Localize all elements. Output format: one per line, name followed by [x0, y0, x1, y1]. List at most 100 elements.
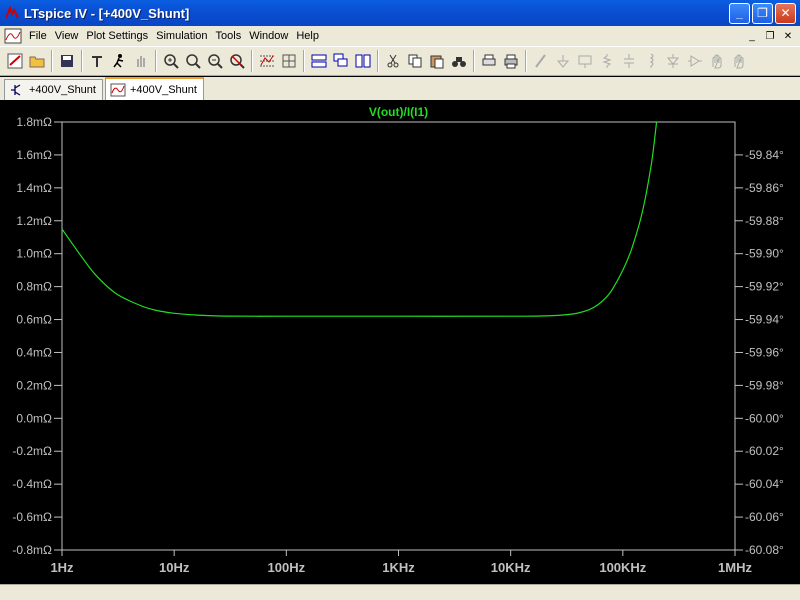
y-tick-label: -0.6mΩ [12, 510, 52, 524]
run-sim-icon[interactable] [108, 50, 130, 72]
y-tick-label: 0.2mΩ [16, 378, 52, 392]
control-panel-icon[interactable] [86, 50, 108, 72]
print-preview-icon[interactable] [478, 50, 500, 72]
y2-tick-label: -60.08° [745, 543, 784, 557]
toolbar-separator [303, 50, 305, 72]
y2-tick-label: -59.98° [745, 378, 784, 392]
y-tick-label: 0.6mΩ [16, 313, 52, 327]
schematic-icon [9, 83, 25, 97]
maximize-button[interactable]: ❐ [752, 2, 773, 24]
toolbar-separator [377, 50, 379, 72]
menu-view[interactable]: View [51, 30, 83, 42]
close-button[interactable]: ✕ [775, 2, 796, 24]
y2-tick-label: -59.96° [745, 345, 784, 359]
tab-label: +400V_Shunt [29, 84, 96, 96]
grid-icon[interactable] [278, 50, 300, 72]
toolbar-separator [51, 50, 53, 72]
tab-schematic[interactable]: +400V_Shunt [4, 79, 103, 100]
diode-icon[interactable] [662, 50, 684, 72]
halt-icon[interactable] [130, 50, 152, 72]
waveform-plot[interactable]: V(out)/I(I1) 1.8mΩ 1.6mΩ 1.4mΩ 1.2mΩ 1.0mΩ 0.… [0, 100, 800, 584]
print-icon[interactable] [500, 50, 522, 72]
mdi-controls: _ ❐ ✕ [742, 29, 796, 43]
tab-waveform[interactable]: +400V_Shunt [104, 77, 204, 100]
zoom-out-icon[interactable] [204, 50, 226, 72]
y2-tick-label: -59.84° [745, 148, 784, 162]
title-bar: LTspice IV - [+400V_Shunt] _ ❐ ✕ [0, 0, 800, 26]
y-tick-label: -0.2mΩ [12, 444, 52, 458]
menu-tools[interactable]: Tools [212, 30, 246, 42]
window-title: LTspice IV - [+400V_Shunt] [24, 5, 190, 21]
inductor-icon[interactable] [640, 50, 662, 72]
ltspice-logo-icon [4, 5, 20, 21]
waveform-icon [110, 83, 126, 97]
x-tick-label: 100KHz [599, 560, 646, 575]
ground-icon[interactable] [552, 50, 574, 72]
y2-tick-label: -60.00° [745, 411, 784, 425]
x-axis: 1Hz 10Hz 100Hz 1KHz 10KHz 100KHz 1MHz [50, 550, 752, 575]
capacitor-icon[interactable] [618, 50, 640, 72]
find-icon[interactable] [448, 50, 470, 72]
mdi-minimize-button[interactable]: _ [744, 29, 760, 43]
cascade-icon[interactable] [330, 50, 352, 72]
move-icon[interactable] [706, 50, 728, 72]
wire-icon[interactable] [530, 50, 552, 72]
waveform-plot-pane[interactable]: V(out)/I(I1) 1.8mΩ 1.6mΩ 1.4mΩ 1.2mΩ 1.0mΩ 0.… [0, 100, 800, 584]
copy-icon[interactable] [404, 50, 426, 72]
x-tick-label: 100Hz [268, 560, 306, 575]
y-tick-label: 1.8mΩ [16, 115, 52, 129]
open-icon[interactable] [26, 50, 48, 72]
status-bar [0, 584, 800, 600]
y-tick-label: 1.4mΩ [16, 181, 52, 195]
zoom-fit-icon[interactable] [226, 50, 248, 72]
waveform-document-icon[interactable] [4, 28, 22, 44]
y2-tick-label: -59.88° [745, 214, 784, 228]
x-tick-label: 1KHz [382, 560, 415, 575]
toolbar-separator [251, 50, 253, 72]
menu-simulation[interactable]: Simulation [152, 30, 211, 42]
minimize-button[interactable]: _ [729, 2, 750, 24]
document-tabs: +400V_Shunt +400V_Shunt [0, 77, 800, 100]
trace-line[interactable] [61, 121, 658, 317]
menu-window[interactable]: Window [245, 30, 292, 42]
tile-vertical-icon[interactable] [352, 50, 374, 72]
menu-plot-settings[interactable]: Plot Settings [82, 30, 152, 42]
y-tick-label: -0.4mΩ [12, 477, 52, 491]
paste-icon[interactable] [426, 50, 448, 72]
zoom-in-icon[interactable] [160, 50, 182, 72]
menu-bar: File View Plot Settings Simulation Tools… [0, 26, 800, 46]
drag-icon[interactable] [728, 50, 750, 72]
tile-horizontal-icon[interactable] [308, 50, 330, 72]
x-tick-label: 10KHz [491, 560, 531, 575]
trace-label[interactable]: V(out)/I(I1) [369, 105, 428, 119]
x-tick-label: 1MHz [718, 560, 752, 575]
y-tick-label: 0.8mΩ [16, 280, 52, 294]
toolbar-separator [525, 50, 527, 72]
component-icon[interactable] [684, 50, 706, 72]
zoom-box-icon[interactable] [182, 50, 204, 72]
x-tick-label: 1Hz [50, 560, 74, 575]
autorange-icon[interactable] [256, 50, 278, 72]
menu-file[interactable]: File [25, 30, 51, 42]
run-icon[interactable] [4, 50, 26, 72]
resistor-icon[interactable] [596, 50, 618, 72]
toolbar [0, 46, 800, 76]
save-icon[interactable] [56, 50, 78, 72]
y2-tick-label: -59.92° [745, 280, 784, 294]
y-tick-label: 0.4mΩ [16, 345, 52, 359]
plot-frame [61, 121, 736, 551]
y-tick-label: -0.8mΩ [12, 543, 52, 557]
menu-help[interactable]: Help [292, 30, 323, 42]
mdi-close-button[interactable]: ✕ [780, 29, 796, 43]
y-tick-label: 0.0mΩ [16, 411, 52, 425]
y-axis-left: 1.8mΩ 1.6mΩ 1.4mΩ 1.2mΩ 1.0mΩ 0.8mΩ 0.6mΩ 0.4mΩ… [12, 115, 62, 557]
cut-icon[interactable] [382, 50, 404, 72]
y-tick-label: 1.6mΩ [16, 148, 52, 162]
x-tick-label: 10Hz [159, 560, 190, 575]
label-icon[interactable] [574, 50, 596, 72]
toolbar-separator [473, 50, 475, 72]
y2-tick-label: -60.06° [745, 510, 784, 524]
mdi-restore-button[interactable]: ❐ [762, 29, 778, 43]
y-tick-label: 1.0mΩ [16, 247, 52, 261]
y-tick-label: 1.2mΩ [16, 214, 52, 228]
